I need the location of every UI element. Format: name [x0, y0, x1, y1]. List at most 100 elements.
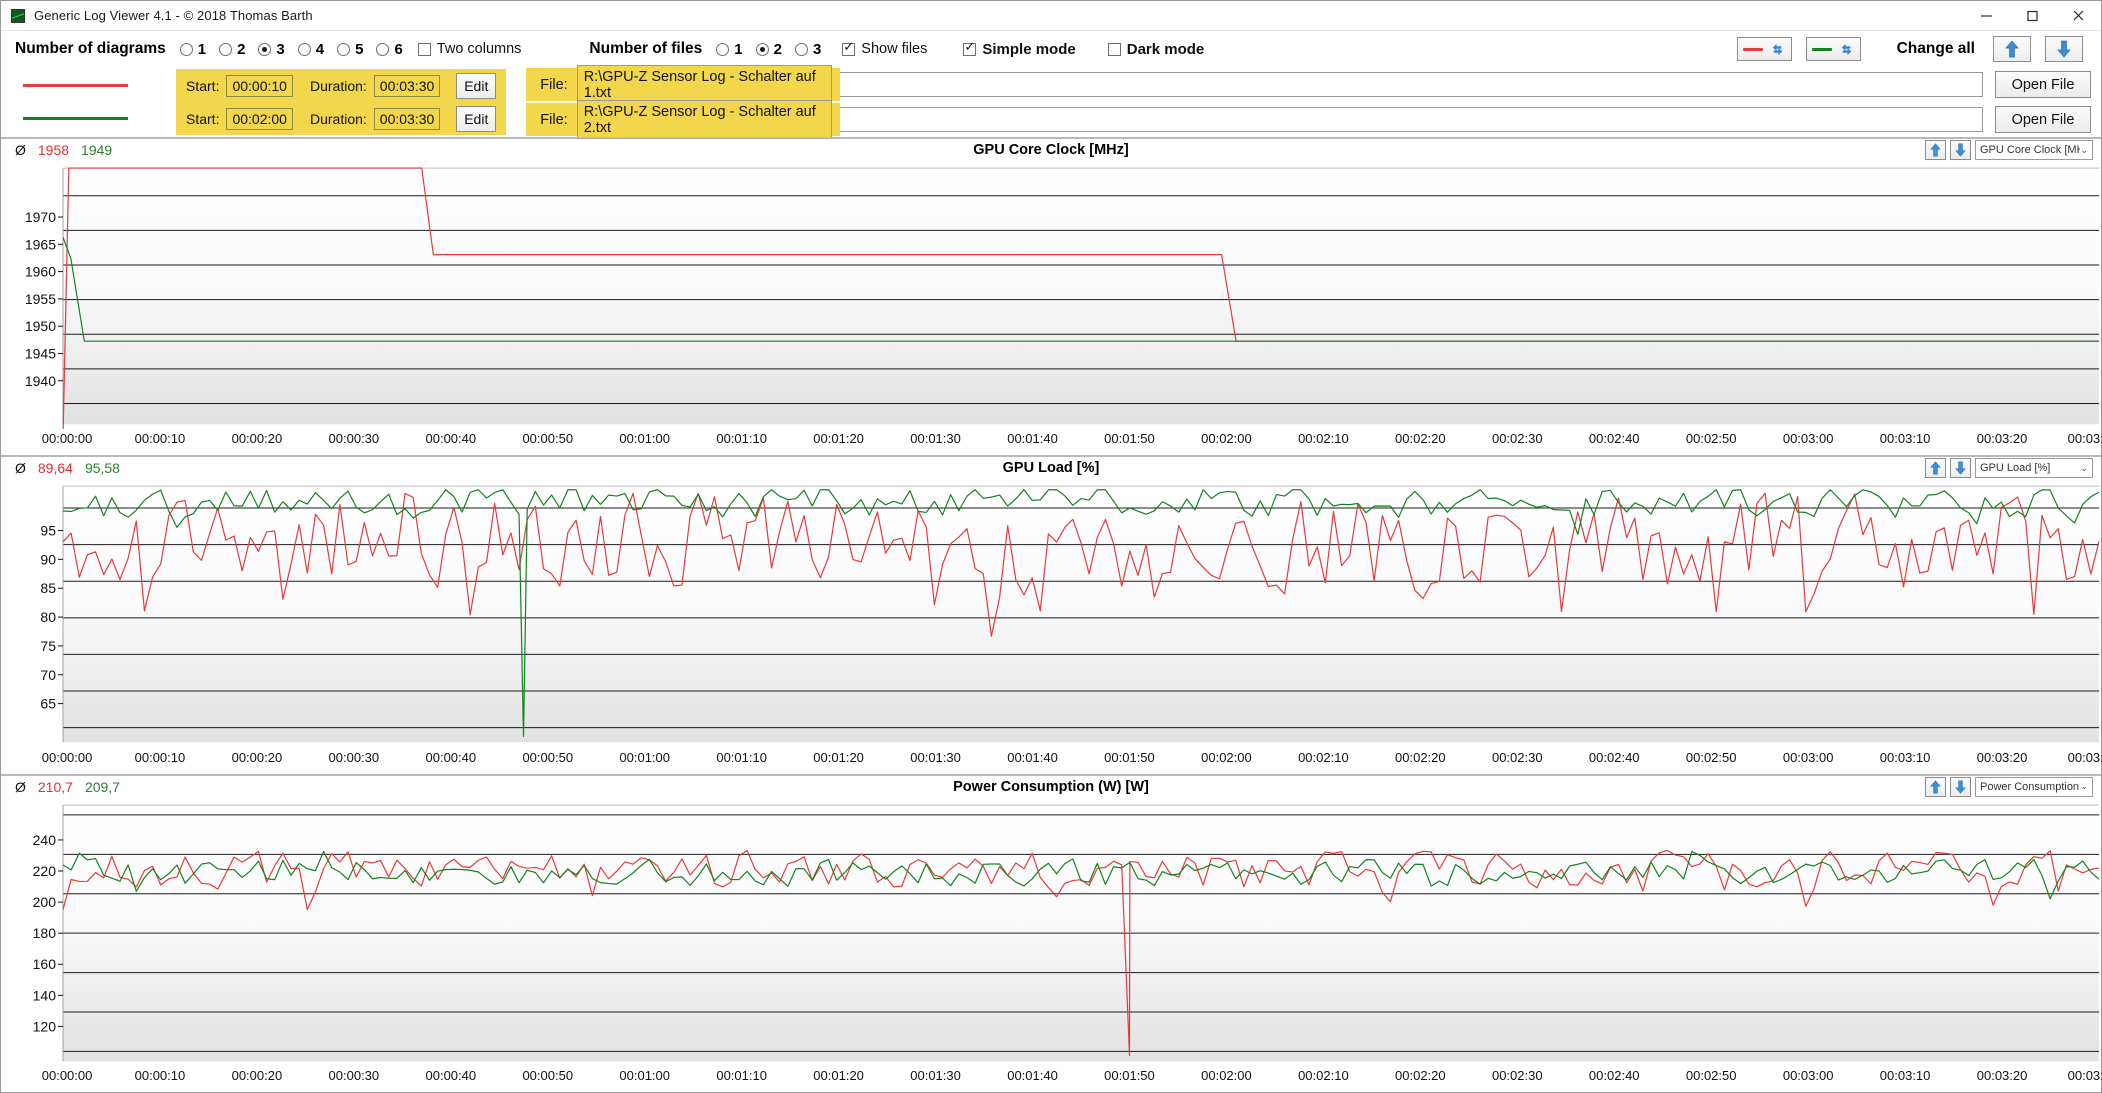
simple-mode-label: Simple mode [982, 41, 1075, 58]
chart-metric-value-3: Power Consumption (W) | [1980, 781, 2080, 793]
minimize-button[interactable] [1963, 1, 2009, 31]
charts-container: Ø 1958 1949 GPU Core Clock [MHz] GPU Cor… [1, 137, 2101, 1092]
file-path-input-1-extension[interactable] [840, 72, 1983, 97]
x-axis-tick: 00:03:10 [1880, 1068, 1931, 1083]
chart-move-up-button-3[interactable] [1925, 777, 1946, 797]
chart-header-3: Ø 210,7 209,7 Power Consumption (W) [W] … [1, 776, 2101, 800]
radio-files-3[interactable]: 3 [795, 41, 821, 58]
radio-label: 2 [237, 41, 245, 58]
change-all-down-button[interactable] [2045, 36, 2083, 62]
file-count-radio-group: 1 2 3 [716, 41, 834, 58]
radio-files-2[interactable]: 2 [756, 41, 782, 58]
x-axis-tick: 00:01:20 [813, 431, 864, 446]
duration-label-2: Duration: [310, 111, 367, 127]
x-axis-tick: 00:02:00 [1201, 1068, 1252, 1083]
arrow-down-icon [1955, 780, 1966, 794]
radio-diagrams-3[interactable]: 3 [258, 41, 284, 58]
chart-metric-select-1[interactable]: GPU Core Clock [MHz] ⌄ [1975, 140, 2093, 160]
chart-title-1: GPU Core Clock [MHz] [1, 142, 2101, 158]
radio-circle [258, 43, 271, 56]
x-axis-tick: 00:01:40 [1007, 1068, 1058, 1083]
swap-green-button[interactable] [1806, 37, 1861, 61]
chevron-down-icon: ⌄ [2080, 463, 2088, 474]
x-axis-tick: 00:02:10 [1298, 431, 1349, 446]
x-axis-tick: 00:01:40 [1007, 750, 1058, 765]
x-axis-tick: 00:00:00 [42, 750, 93, 765]
x-axis-tick: 00:02:20 [1395, 431, 1446, 446]
chart-metric-select-3[interactable]: Power Consumption (W) | ⌄ [1975, 777, 2093, 797]
duration-input-2[interactable]: 00:03:30 [374, 108, 441, 130]
dark-mode-checkbox[interactable]: Dark mode [1108, 41, 1205, 58]
x-axis-tick: 00:01:50 [1104, 750, 1155, 765]
x-axis-tick: 00:02:40 [1589, 750, 1640, 765]
edit-button-1[interactable]: Edit [456, 73, 496, 99]
x-axis-tick: 00:02:50 [1686, 431, 1737, 446]
edit-button-2[interactable]: Edit [456, 106, 496, 132]
simple-mode-checkbox[interactable]: Simple mode [963, 41, 1075, 58]
dark-mode-label: Dark mode [1127, 41, 1205, 58]
x-axis-tick: 00:00:00 [42, 431, 93, 446]
radio-label: 3 [813, 41, 821, 58]
x-axis-tick: 00:01:00 [619, 431, 670, 446]
maximize-button[interactable] [2009, 1, 2055, 31]
file-label-2: File: [540, 112, 567, 128]
file-yellow-2: File: R:\GPU-Z Sensor Log - Schalter auf… [526, 103, 839, 136]
x-axis-tick: 00:00:30 [329, 1068, 380, 1083]
swap-red-button[interactable] [1737, 37, 1792, 61]
open-file-button-1[interactable]: Open File [1995, 71, 2091, 98]
duration-input-1[interactable]: 00:03:30 [374, 75, 441, 97]
chart-move-down-button-2[interactable] [1950, 458, 1971, 478]
number-of-diagrams-label: Number of diagrams [15, 40, 166, 58]
radio-diagrams-4[interactable]: 4 [298, 41, 324, 58]
x-axis-tick: 00:01:30 [910, 750, 961, 765]
x-axis-tick: 00:01:40 [1007, 431, 1058, 446]
x-axis-tick: 00:00:10 [135, 1068, 186, 1083]
open-file-button-2[interactable]: Open File [1995, 106, 2091, 133]
x-axis-tick: 00:00:40 [425, 431, 476, 446]
chart-metric-select-2[interactable]: GPU Load [%] ⌄ [1975, 458, 2093, 478]
x-axis-3: 00:00:0000:00:1000:00:2000:00:3000:00:40… [1, 1066, 2101, 1092]
radio-circle [337, 43, 350, 56]
chart-controls-1: GPU Core Clock [MHz] ⌄ [1925, 140, 2093, 160]
chart-title-2: GPU Load [%] [1, 460, 2101, 476]
x-axis-tick: 00:01:30 [910, 431, 961, 446]
radio-diagrams-2[interactable]: 2 [219, 41, 245, 58]
close-button[interactable] [2055, 1, 2101, 31]
chevron-down-icon: ⌄ [2080, 145, 2088, 156]
plot-svg-1 [1, 163, 2101, 429]
duration-label-1: Duration: [310, 78, 367, 94]
two-columns-checkbox[interactable]: Two columns [418, 41, 522, 57]
start-input-1[interactable]: 00:00:10 [226, 75, 293, 97]
x-axis-tick: 00:02:30 [1492, 750, 1543, 765]
x-axis-tick: 00:00:10 [135, 431, 186, 446]
start-label-1: Start: [186, 78, 219, 94]
start-input-2[interactable]: 00:02:00 [226, 108, 293, 130]
file-path-input-1[interactable]: R:\GPU-Z Sensor Log - Schalter auf 1.txt [577, 65, 832, 105]
start-label-2: Start: [186, 111, 219, 127]
radio-diagrams-6[interactable]: 6 [376, 41, 402, 58]
chart-move-up-button-2[interactable] [1925, 458, 1946, 478]
radio-files-1[interactable]: 1 [716, 41, 742, 58]
radio-diagrams-1[interactable]: 1 [180, 41, 206, 58]
show-files-checkbox[interactable]: Show files [842, 41, 927, 57]
x-axis-tick: 00:01:00 [619, 750, 670, 765]
file-path-input-2-extension[interactable] [840, 107, 1983, 132]
change-all-label: Change all [1897, 40, 1975, 58]
legend-line-file1 [23, 84, 128, 87]
chart-move-down-button-3[interactable] [1950, 777, 1971, 797]
x-axis-tick: 00:02:00 [1201, 750, 1252, 765]
chart-panel-gpu-core-clock: Ø 1958 1949 GPU Core Clock [MHz] GPU Cor… [1, 137, 2101, 455]
chart-move-up-button-1[interactable] [1925, 140, 1946, 160]
file-configuration-area: Start: 00:00:10 Duration: 00:03:30 Edit … [1, 67, 2101, 137]
radio-circle [219, 43, 232, 56]
x-axis-tick: 00:02:00 [1201, 431, 1252, 446]
x-axis-tick: 00:01:10 [716, 1068, 767, 1083]
radio-diagrams-5[interactable]: 5 [337, 41, 363, 58]
file-path-input-2[interactable]: R:\GPU-Z Sensor Log - Schalter auf 2.txt [577, 100, 832, 140]
chart-move-down-button-1[interactable] [1950, 140, 1971, 160]
radio-circle [756, 43, 769, 56]
radio-circle [180, 43, 193, 56]
x-axis-tick: 00:03:30 [2068, 1068, 2102, 1083]
radio-label: 5 [355, 41, 363, 58]
change-all-up-button[interactable] [1993, 36, 2031, 62]
